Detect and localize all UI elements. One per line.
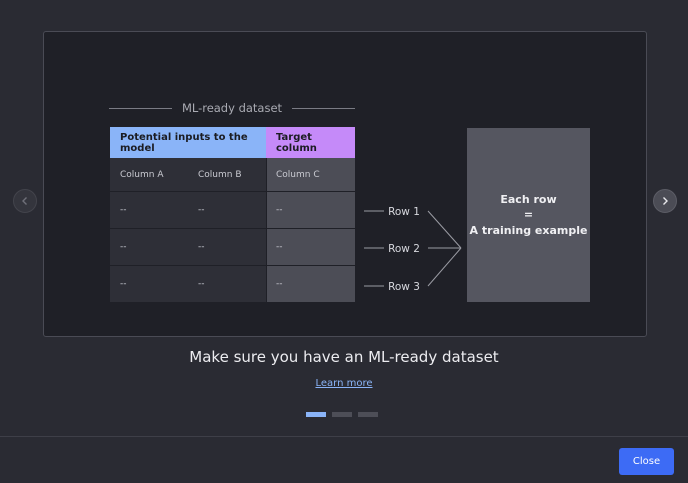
- row-label-2: Row 2: [388, 243, 420, 255]
- slide-dot-2[interactable]: [332, 412, 352, 417]
- slide-caption: Make sure you have an ML-ready dataset: [189, 348, 499, 366]
- learn-more-link[interactable]: Learn more: [315, 378, 372, 389]
- slide-indicator: [306, 412, 378, 417]
- training-example-box: Each row = A training example: [467, 128, 590, 302]
- slide-dot-1[interactable]: [306, 412, 326, 417]
- onboarding-dialog: ML-ready dataset Potential inputs to the…: [0, 0, 688, 483]
- slide-dot-3[interactable]: [358, 412, 378, 417]
- row-label-3: Row 3: [388, 281, 420, 293]
- footer-divider: [0, 436, 688, 437]
- box-line: =: [523, 208, 534, 222]
- box-line: A training example: [469, 223, 588, 237]
- close-button[interactable]: Close: [619, 448, 674, 475]
- box-line: Each row: [500, 192, 557, 206]
- learn-more-row: Learn more: [0, 378, 688, 389]
- row-label-1: Row 1: [388, 206, 420, 218]
